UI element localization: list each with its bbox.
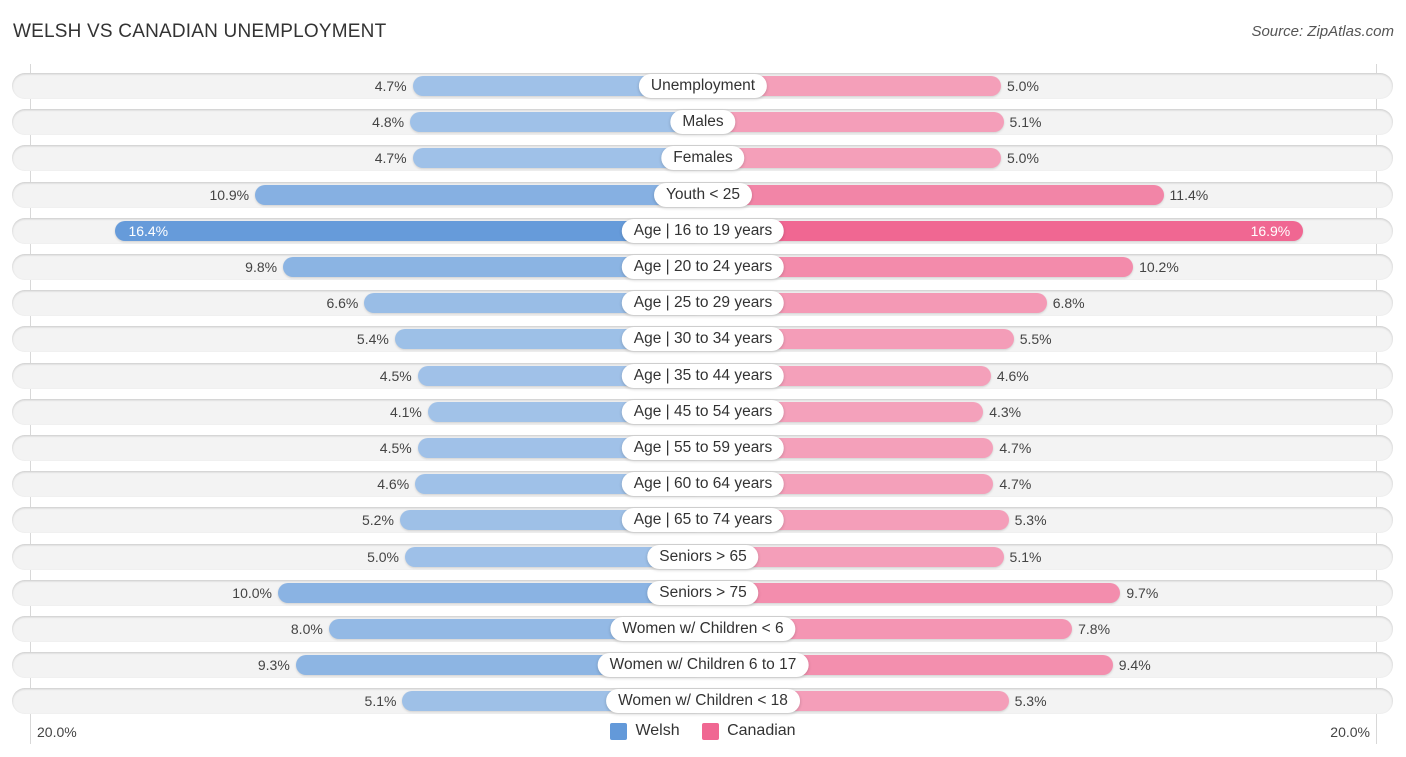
chart-rows: 4.7% 5.0% Unemployment 4.8% 5.1% Males 4.7% 5.0…: [0, 0, 1406, 757]
value-label-canadian-age-16-to-19-years: 16.9%: [1250, 223, 1291, 239]
legend-swatch-canadian: [702, 722, 720, 740]
category-label-age-45-to-54-years: Age | 45 to 54 years: [621, 400, 785, 424]
category-label-males: Males: [670, 110, 736, 134]
legend-item-canadian[interactable]: Canadian: [702, 722, 796, 740]
value-label-welsh-women-w-children-6-to-17: 9.3%: [257, 657, 290, 673]
bar-welsh-males[interactable]: [410, 112, 703, 132]
value-label-canadian-age-55-to-59-years: 4.7%: [999, 440, 1032, 456]
bar-welsh-seniors-75[interactable]: [278, 583, 703, 603]
value-label-canadian-females: 5.0%: [1007, 150, 1039, 166]
bar-canadian-age-16-to-19-years[interactable]: [703, 221, 1304, 241]
value-label-canadian-women-w-children-6-to-17: 9.4%: [1118, 657, 1151, 673]
value-label-welsh-age-65-to-74-years: 5.2%: [362, 512, 394, 528]
category-label-age-16-to-19-years: Age | 16 to 19 years: [621, 219, 785, 243]
category-label-women-w-children-6-to-17: Women w/ Children 6 to 17: [597, 653, 809, 677]
value-label-welsh-age-20-to-24-years: 9.8%: [245, 259, 278, 275]
value-label-welsh-age-45-to-54-years: 4.1%: [389, 404, 422, 420]
bar-canadian-youth-25[interactable]: [703, 185, 1164, 205]
bar-welsh-females[interactable]: [412, 148, 703, 168]
category-label-seniors-75: Seniors > 75: [647, 581, 759, 605]
value-label-welsh-unemployment: 4.7%: [374, 78, 407, 94]
value-label-welsh-females: 4.7%: [374, 150, 407, 166]
category-label-age-60-to-64-years: Age | 60 to 64 years: [621, 472, 785, 496]
value-label-welsh-age-60-to-64-years: 4.6%: [377, 476, 410, 492]
value-label-welsh-age-16-to-19-years: 16.4%: [128, 223, 169, 239]
value-label-canadian-seniors-65: 5.1%: [1009, 549, 1042, 565]
category-label-women-w-children-6: Women w/ Children < 6: [610, 617, 796, 641]
value-label-canadian-age-65-to-74-years: 5.3%: [1014, 512, 1047, 528]
category-label-age-55-to-59-years: Age | 55 to 59 years: [621, 436, 785, 460]
value-label-welsh-age-30-to-34-years: 5.4%: [356, 331, 389, 347]
value-label-canadian-seniors-75: 9.7%: [1126, 585, 1159, 601]
value-label-canadian-age-30-to-34-years: 5.5%: [1019, 331, 1052, 347]
value-label-welsh-seniors-75: 10.0%: [232, 585, 272, 601]
value-label-canadian-unemployment: 5.0%: [1007, 78, 1039, 94]
category-label-age-35-to-44-years: Age | 35 to 44 years: [621, 364, 785, 388]
bar-canadian-females[interactable]: [703, 148, 1001, 168]
legend-label-welsh: Welsh: [635, 722, 680, 739]
category-label-seniors-65: Seniors > 65: [647, 545, 759, 569]
bar-welsh-age-16-to-19-years[interactable]: [115, 221, 703, 241]
legend: Welsh Canadian: [0, 722, 1406, 745]
category-label-youth-25: Youth < 25: [654, 183, 752, 207]
value-label-welsh-women-w-children-6: 8.0%: [290, 621, 323, 637]
category-label-age-20-to-24-years: Age | 20 to 24 years: [621, 255, 785, 279]
legend-label-canadian: Canadian: [727, 722, 796, 739]
category-label-age-25-to-29-years: Age | 25 to 29 years: [621, 291, 785, 315]
category-label-females: Females: [661, 146, 745, 170]
value-label-welsh-age-35-to-44-years: 4.5%: [379, 368, 412, 384]
value-label-canadian-age-20-to-24-years: 10.2%: [1139, 259, 1179, 275]
value-label-canadian-women-w-children-6: 7.8%: [1078, 621, 1111, 637]
value-label-welsh-age-55-to-59-years: 4.5%: [379, 440, 412, 456]
bar-canadian-seniors-75[interactable]: [703, 583, 1121, 603]
category-label-unemployment: Unemployment: [638, 74, 768, 98]
value-label-welsh-males: 4.8%: [372, 114, 405, 130]
bar-welsh-youth-25[interactable]: [255, 185, 703, 205]
value-label-welsh-age-25-to-29-years: 6.6%: [326, 295, 359, 311]
legend-swatch-welsh: [610, 722, 628, 740]
value-label-canadian-age-60-to-64-years: 4.7%: [999, 476, 1032, 492]
category-label-age-65-to-74-years: Age | 65 to 74 years: [621, 508, 785, 532]
legend-item-welsh[interactable]: Welsh: [610, 722, 680, 740]
value-label-welsh-seniors-65: 5.0%: [367, 549, 399, 565]
category-label-women-w-children-18: Women w/ Children < 18: [606, 689, 800, 713]
value-label-canadian-women-w-children-18: 5.3%: [1014, 693, 1047, 709]
value-label-welsh-youth-25: 10.9%: [209, 187, 250, 203]
value-label-canadian-males: 5.1%: [1009, 114, 1042, 130]
category-label-age-30-to-34-years: Age | 30 to 34 years: [621, 327, 785, 351]
value-label-canadian-age-45-to-54-years: 4.3%: [989, 404, 1022, 420]
value-label-canadian-age-35-to-44-years: 4.6%: [996, 368, 1029, 384]
value-label-welsh-women-w-children-18: 5.1%: [364, 693, 397, 709]
bar-canadian-males[interactable]: [703, 112, 1004, 132]
value-label-canadian-youth-25: 11.4%: [1169, 187, 1209, 203]
value-label-canadian-age-25-to-29-years: 6.8%: [1052, 295, 1085, 311]
